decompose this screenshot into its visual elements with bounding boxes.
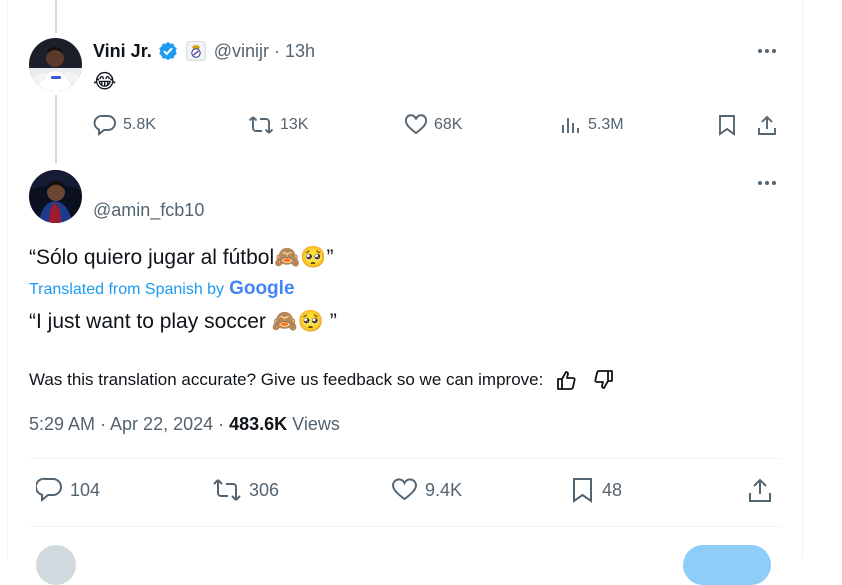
translation-feedback: Was this translation accurate? Give us f… [29,369,615,391]
reply-comment-icon [93,115,116,136]
main-comment-icon [36,477,62,503]
reply-repost-count: 13K [280,116,309,133]
reply-like-button[interactable]: 68K [404,114,462,136]
main-reply-count: 104 [70,479,101,500]
views-label: Views [292,414,340,434]
main-like-count: 9.4K [425,479,463,500]
verified-badge-icon[interactable] [158,41,178,61]
reply-analytics-icon [562,118,579,133]
translation-attribution[interactable]: Translated from Spanish by Google [29,279,295,300]
reply-heart-icon [405,114,427,135]
reply-views-button[interactable]: 5.3M [560,114,624,136]
main-reply-button[interactable]: 104 [36,477,100,503]
divider-bottom [29,526,781,527]
previous-tweet-actions [98,0,798,4]
reply-share-icon [758,115,776,135]
previous-actions-icons [98,0,798,4]
reply-bookmark-button[interactable] [716,114,738,136]
reply-text: 😂 [93,71,117,93]
main-like-button[interactable]: 9.4K [391,477,462,503]
amin-avatar[interactable] [29,170,82,223]
main-repost-count: 306 [249,479,280,500]
main-bookmark-button[interactable]: 48 [570,477,622,503]
vinijr-avatar-image [29,38,82,91]
main-handle[interactable]: @amin_fcb10 [93,200,204,220]
reply-display-name[interactable]: Vini Jr. [93,41,152,62]
thumbs-up-icon[interactable] [555,369,577,391]
main-bookmark-count: 48 [602,479,623,500]
feedback-prompt: Was this translation accurate? Give us f… [29,370,544,389]
reply-time[interactable]: · 13h [274,41,315,62]
main-original-text: “Sólo quiero jugar al fútbol🙈🥺” [29,246,334,269]
translated-label: Translated from Spanish by [29,281,225,298]
composer-avatar [36,545,76,585]
main-repost-icon [213,479,241,501]
reply-repost-button[interactable]: 13K [248,114,308,136]
google-logo: Google [229,278,295,299]
tweet-meta: 5:29 AM · Apr 22, 2024 · 483.6K Views [29,413,340,435]
reply-like-count: 68K [434,116,463,133]
reply-handle[interactable]: @vinijr [214,41,269,62]
main-share-icon [749,478,771,502]
reply-reply-count: 5.8K [123,116,156,133]
thumbs-down-icon[interactable] [593,369,615,391]
divider-top [29,458,781,459]
reply-header: Vini Jr. @vinijr · 13h [93,40,315,62]
views-count: 483.6K [229,414,288,434]
reply-more-icon[interactable] [758,49,776,53]
vinijr-avatar[interactable] [29,38,82,91]
thread-line-top [55,0,57,33]
reply-share-button[interactable] [756,114,778,136]
tweet-timestamp[interactable]: 5:29 AM · Apr 22, 2024 · [29,413,224,435]
main-heart-icon [391,478,418,501]
reply-views-count: 5.3M [588,116,624,133]
amin-avatar-image [29,170,82,223]
main-translated-text: “I just want to play soccer 🙈🥺 ” [29,310,337,333]
main-share-button[interactable] [747,477,773,503]
reply-repost-icon [248,116,274,134]
real-madrid-crest-icon[interactable] [185,41,206,61]
thread-line-middle [55,95,57,163]
composer-reply-button[interactable] [683,545,771,585]
reply-reply-button[interactable]: 5.8K [93,114,156,136]
main-bookmark-icon [573,478,592,503]
main-more-icon[interactable] [758,181,776,185]
reply-bookmark-icon [719,115,735,136]
main-repost-button[interactable]: 306 [212,477,279,503]
